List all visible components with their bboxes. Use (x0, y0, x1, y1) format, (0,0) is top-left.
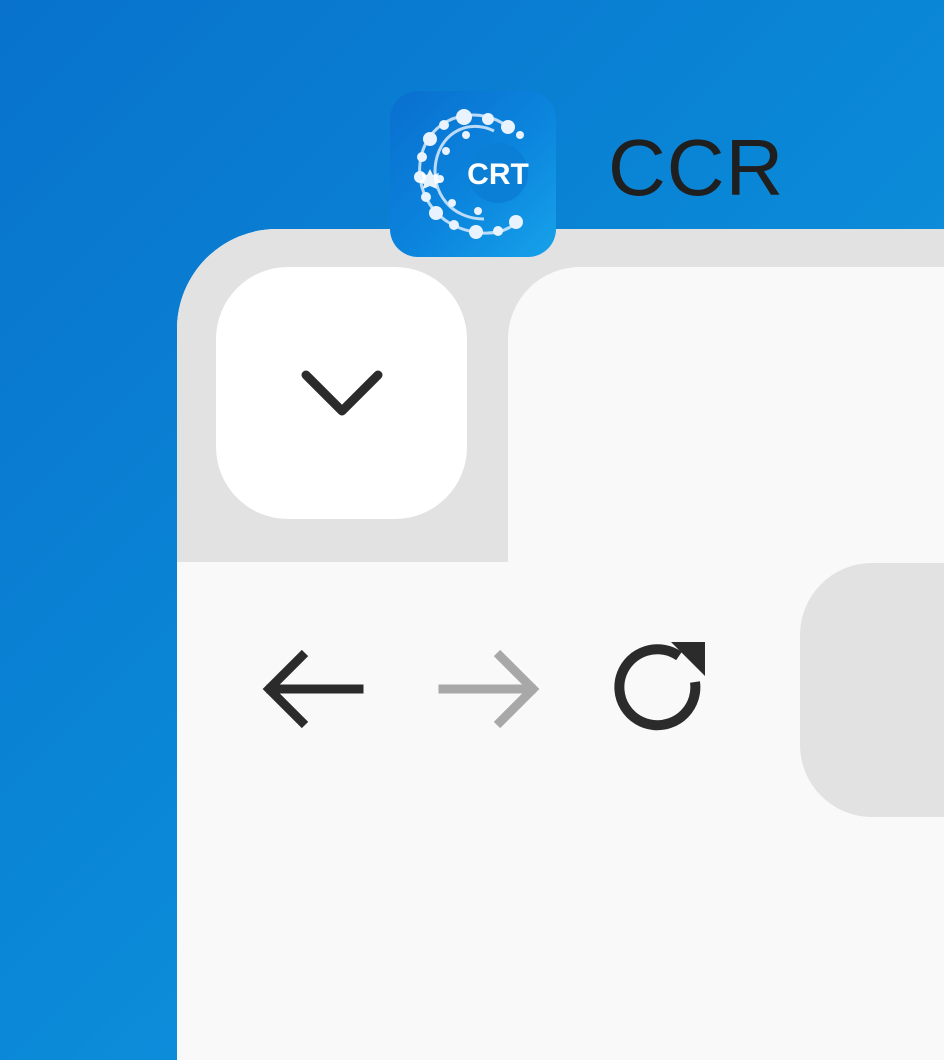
crt-logo-icon: CRT (390, 91, 556, 257)
tab-title: CCR (608, 123, 785, 212)
chevron-down-icon (301, 370, 382, 416)
arrow-left-icon (262, 649, 364, 729)
arrow-right-icon (438, 649, 540, 729)
tab-dropdown-button[interactable] (216, 267, 467, 519)
active-tab[interactable] (508, 267, 944, 567)
address-bar[interactable] (800, 563, 944, 817)
reload-icon (614, 642, 705, 731)
forward-button[interactable] (435, 634, 545, 744)
reload-button[interactable] (605, 634, 715, 744)
back-button[interactable] (259, 634, 369, 744)
favicon-text: CRT (467, 158, 529, 191)
